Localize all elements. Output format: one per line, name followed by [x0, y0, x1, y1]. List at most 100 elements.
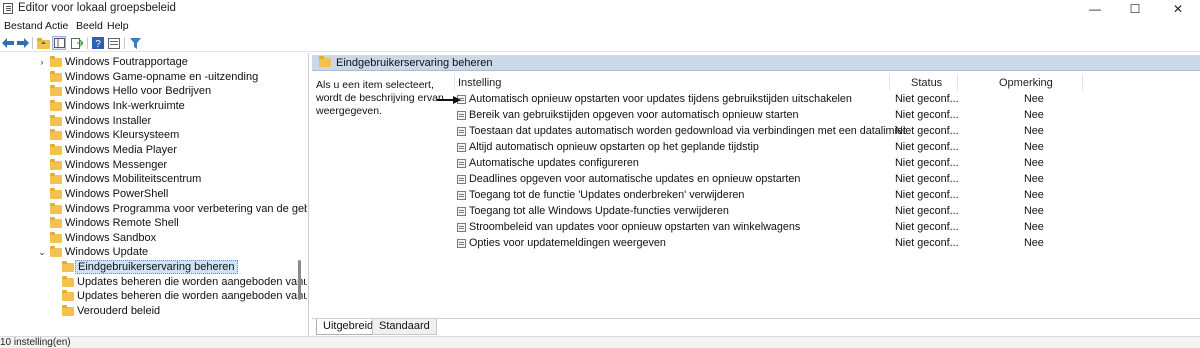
setting-name: Toegang tot de functie 'Updates onderbre… — [469, 188, 745, 201]
setting-comment: Nee — [1024, 188, 1044, 201]
menu-actie[interactable]: Actie — [45, 20, 68, 32]
toolbar: ? — [0, 35, 1200, 52]
tab-standaard[interactable]: Standaard — [372, 319, 437, 335]
folder-icon — [50, 246, 62, 258]
chevron-right-icon[interactable]: › — [37, 57, 47, 67]
folder-icon — [319, 56, 331, 67]
policy-setting-icon — [457, 238, 466, 248]
tree-item[interactable]: Windows PowerShell — [0, 187, 300, 203]
setting-row[interactable]: Opties voor updatemeldingen weergeven Nie… — [454, 236, 1154, 252]
folder-icon — [50, 158, 62, 170]
tree-item[interactable]: Windows Game-opname en -uitzending — [0, 70, 300, 86]
help-icon[interactable]: ? — [91, 36, 105, 50]
folder-icon — [50, 231, 62, 243]
setting-comment: Nee — [1024, 156, 1044, 169]
policy-setting-icon — [457, 142, 466, 152]
tree-item-label: Windows Messenger — [65, 158, 168, 171]
setting-row[interactable]: Altijd automatisch opnieuw opstarten op … — [454, 140, 1154, 156]
setting-name: Toegang tot alle Windows Update-functies… — [469, 204, 729, 217]
tree-item-label: Windows Installer — [65, 114, 152, 127]
title-bar: Editor voor lokaal groepsbeleid — ☐ ✕ — [0, 0, 1200, 18]
forward-arrow-icon[interactable] — [16, 36, 30, 50]
tree-item[interactable]: Windows Sandbox — [0, 231, 300, 247]
tree-item[interactable]: Windows Messenger — [0, 158, 300, 174]
tree-item[interactable]: Windows Ink-werkruimte — [0, 99, 300, 115]
tree-item[interactable]: Verouderd beleid — [0, 305, 300, 317]
setting-comment: Nee — [1024, 204, 1044, 217]
tree-item[interactable]: Updates beheren die worden aangeboden va… — [0, 290, 307, 305]
details-pane: Eindgebruikerservaring beheren Als u een… — [312, 55, 1200, 317]
maximize-button[interactable]: ☐ — [1115, 0, 1155, 18]
folder-icon — [50, 143, 62, 155]
menu-bestand[interactable]: Bestand — [4, 20, 43, 32]
setting-row[interactable]: Toegang tot de functie 'Updates onderbre… — [454, 188, 1154, 204]
description-text: Als u een item selecteert, wordt de besc… — [316, 79, 448, 118]
setting-name: Deadlines opgeven voor automatische upda… — [469, 172, 801, 185]
show-tree-icon[interactable] — [52, 36, 66, 50]
filter-icon[interactable] — [128, 36, 142, 50]
column-header-status[interactable]: Status — [911, 77, 942, 89]
setting-status: Niet geconf... — [895, 156, 959, 169]
column-header-comment[interactable]: Opmerking — [999, 77, 1053, 89]
details-header: Eindgebruikerservaring beheren — [312, 55, 1200, 71]
policy-setting-icon — [457, 110, 466, 120]
window-title: Editor voor lokaal groepsbeleid — [18, 2, 176, 14]
tree-item[interactable]: Windows Media Player — [0, 143, 300, 159]
setting-row[interactable]: Bereik van gebruikstijden opgeven voor a… — [454, 108, 1154, 124]
description-line: wordt de beschrijving ervan — [316, 92, 444, 104]
tree-item[interactable]: Windows Remote Shell — [0, 217, 300, 232]
setting-row[interactable]: Automatisch opnieuw opstarten voor updat… — [454, 92, 1154, 108]
setting-name: Bereik van gebruikstijden opgeven voor a… — [469, 108, 799, 121]
tree-item-label: Windows Ink-werkruimte — [65, 99, 185, 112]
setting-comment: Nee — [1024, 140, 1044, 153]
menu-help[interactable]: Help — [107, 20, 129, 32]
setting-name: Stroombeleid van updates voor opnieuw op… — [469, 220, 801, 233]
tree-item-label: Windows Hello voor Bedrijven — [65, 85, 212, 98]
policy-setting-icon — [457, 158, 466, 168]
menu-beeld[interactable]: Beeld — [76, 20, 103, 32]
setting-status: Niet geconf... — [895, 188, 959, 201]
setting-status: Niet geconf... — [895, 172, 959, 185]
tree-item[interactable]: Windows Installer — [0, 114, 300, 130]
tree-pane: › Windows Foutrapportage Windows Game-opna… — [0, 53, 307, 317]
tree-item[interactable]: Windows Hello voor Bedrijven — [0, 85, 300, 100]
export-icon[interactable] — [70, 36, 84, 50]
setting-row[interactable]: Toestaan dat updates automatisch worden … — [454, 124, 1154, 140]
tree-item[interactable]: Windows Kleursysteem — [0, 129, 300, 144]
setting-status: Niet geconf... — [895, 220, 959, 233]
properties-icon[interactable] — [107, 36, 121, 50]
minimize-button[interactable]: — — [1075, 0, 1115, 18]
policy-setting-icon — [457, 222, 466, 232]
tree-item[interactable]: Windows Programma voor verbetering van d… — [0, 202, 307, 218]
setting-row[interactable]: Stroombeleid van updates voor opnieuw op… — [454, 220, 1154, 236]
tree-item[interactable]: Eindgebruikerservaring beheren — [0, 260, 300, 276]
folder-icon — [50, 99, 62, 111]
tree-item-label: Windows Kleursysteem — [65, 129, 180, 142]
policy-setting-icon — [457, 174, 466, 184]
tree-item-label: Windows Update — [65, 246, 149, 259]
tree-item-label: Windows PowerShell — [65, 187, 169, 200]
tab-uitgebreid[interactable]: Uitgebreid — [316, 319, 381, 335]
setting-row[interactable]: Automatische updates configureren Niet ge… — [454, 156, 1154, 172]
setting-comment: Nee — [1024, 220, 1044, 233]
folder-icon — [50, 187, 62, 199]
chevron-down-icon[interactable]: ⌄ — [37, 247, 47, 258]
tree-item-label: Eindgebruikerservaring beheren — [75, 260, 238, 275]
setting-comment: Nee — [1024, 108, 1044, 121]
setting-name: Altijd automatisch opnieuw opstarten op … — [469, 140, 759, 153]
tree-scrollbar[interactable] — [298, 260, 301, 300]
setting-row[interactable]: Toegang tot alle Windows Update-functies… — [454, 204, 1154, 220]
column-header-setting[interactable]: Instelling — [458, 77, 501, 89]
policy-setting-icon — [457, 206, 466, 216]
tree-item[interactable]: › Windows Foutrapportage — [0, 56, 300, 71]
up-folder-icon[interactable] — [36, 36, 50, 50]
close-button[interactable]: ✕ — [1158, 0, 1198, 18]
tree-item[interactable]: Updates beheren die worden aangeboden va… — [0, 275, 307, 291]
tree-item[interactable]: Windows Mobiliteitscentrum — [0, 173, 300, 188]
back-arrow-icon[interactable] — [1, 36, 15, 50]
setting-comment: Nee — [1024, 124, 1044, 137]
setting-row[interactable]: Deadlines opgeven voor automatische upda… — [454, 172, 1154, 188]
tree-item[interactable]: ⌄ Windows Update — [0, 246, 300, 261]
status-bar: 10 instelling(en) — [0, 336, 1200, 348]
tree-item-label: Windows Programma voor verbetering van d… — [65, 202, 307, 215]
